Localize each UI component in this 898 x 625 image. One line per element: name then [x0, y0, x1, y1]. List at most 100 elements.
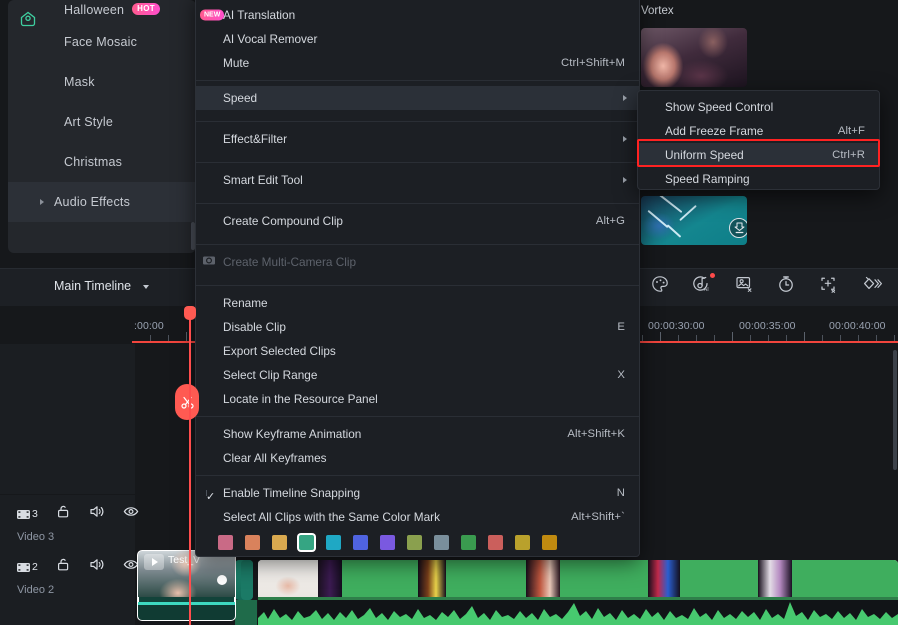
color-mark-swatches [196, 529, 639, 558]
clip-small-audio [235, 600, 257, 625]
menu-item-select-clip-range[interactable]: Select Clip Range X [196, 363, 639, 387]
color-swatch[interactable] [407, 535, 422, 550]
color-swatch[interactable] [515, 535, 530, 550]
sidebar-item-label: Face Mosaic [64, 35, 138, 49]
mute-icon[interactable] [89, 504, 105, 524]
menu-item-clear-all-keyframes[interactable]: Clear All Keyframes [196, 446, 639, 470]
clip-small-2[interactable] [241, 560, 253, 600]
clip-thumbnail-strip[interactable] [258, 560, 898, 600]
menu-item-label: Select Clip Range [223, 368, 318, 382]
menu-item-disable-clip[interactable]: Disable Clip E [196, 315, 639, 339]
sidebar-item-art-style[interactable]: Art Style [8, 102, 196, 142]
play-icon[interactable] [144, 554, 164, 570]
menu-item-create-compound-clip[interactable]: Create Compound Clip Alt+G [196, 209, 639, 233]
menu-item-ai-vocal-remover[interactable]: AI Vocal Remover [196, 27, 639, 51]
menu-separator [196, 475, 639, 476]
color-swatch[interactable] [488, 535, 503, 550]
menu-item-select-all-clips-same-color-mark[interactable]: Select All Clips with the Same Color Mar… [196, 505, 639, 529]
split-marker-icon[interactable] [175, 384, 199, 420]
editor-window: Halloween HOT Face Mosaic Mask Art Style… [0, 0, 898, 625]
audio-waveform[interactable] [258, 600, 898, 625]
color-swatch[interactable] [218, 535, 233, 550]
sidebar-item-audio-effects[interactable]: Audio Effects [8, 182, 196, 222]
submenu-item-show-speed-control[interactable]: Show Speed Control [638, 95, 879, 119]
clip-keyframe-dot[interactable] [217, 575, 227, 585]
menu-item-create-multi-camera-clip: Create Multi-Camera Clip [196, 250, 639, 274]
track-label: Video 3 [17, 531, 55, 543]
menu-separator [196, 285, 639, 286]
sidebar-item-mask[interactable]: Mask [8, 62, 196, 102]
track-number: 3 [32, 508, 38, 520]
color-palette-icon[interactable] [650, 274, 672, 296]
resource-thumbnail-secondary[interactable] [641, 196, 747, 245]
menu-item-smart-edit-tool[interactable]: Smart Edit Tool [196, 168, 639, 192]
timeline-right-toolbar: AI [650, 273, 882, 296]
menu-item-locate-in-resource-panel[interactable]: Locate in the Resource Panel [196, 387, 639, 411]
playhead[interactable] [189, 308, 191, 625]
speed-icon[interactable] [860, 274, 882, 296]
chevron-right-icon [40, 199, 44, 205]
track-label: Video 2 [17, 584, 55, 596]
menu-item-export-selected-clips[interactable]: Export Selected Clips [196, 339, 639, 363]
ruler-tick-label: 00:00:30:00 [648, 320, 705, 332]
download-icon[interactable] [729, 218, 747, 238]
sidebar-item-label: Christmas [64, 155, 123, 169]
eye-icon[interactable] [123, 557, 139, 577]
color-swatch[interactable] [272, 535, 287, 550]
color-swatch[interactable] [353, 535, 368, 550]
menu-item-label: Export Selected Clips [223, 344, 336, 358]
new-badge: NEW [200, 9, 225, 21]
timeline-vertical-scrollbar[interactable] [893, 350, 897, 470]
sidebar-item-label: Art Style [64, 115, 114, 129]
checkmark-icon: ✓ [206, 490, 216, 503]
video-track-icon[interactable]: 2 [16, 560, 38, 575]
lock-icon[interactable] [56, 504, 71, 524]
menu-item-shortcut: E [617, 321, 625, 333]
lock-icon[interactable] [56, 557, 71, 577]
multicam-icon [202, 254, 216, 271]
color-swatch[interactable] [245, 535, 260, 550]
track-header-video2[interactable]: 2 Video 2 [0, 548, 139, 625]
video-track-icon[interactable]: 3 [16, 507, 38, 522]
menu-item-label: Mute [223, 56, 250, 70]
color-swatch[interactable] [461, 535, 476, 550]
submenu-item-speed-ramping[interactable]: Speed Ramping [638, 167, 879, 191]
menu-item-enable-timeline-snapping[interactable]: ✓ Enable Timeline Snapping N [196, 481, 639, 505]
chevron-down-icon[interactable] [143, 285, 149, 289]
clip-context-menu: NEW AI Translation AI Vocal Remover Mute… [195, 0, 640, 557]
ai-audio-icon[interactable]: AI [692, 273, 715, 296]
mute-icon[interactable] [89, 557, 105, 577]
color-swatch[interactable] [326, 535, 341, 550]
menu-item-rename[interactable]: Rename [196, 291, 639, 315]
sidebar-item-christmas[interactable]: Christmas [8, 142, 196, 182]
ruler-tick-label: :00:00 [134, 320, 164, 332]
crop-icon[interactable] [818, 274, 840, 296]
home-icon[interactable] [18, 9, 38, 29]
color-swatch[interactable] [380, 535, 395, 550]
menu-item-label: Effect&Filter [223, 132, 288, 146]
menu-item-label: Locate in the Resource Panel [223, 392, 378, 406]
color-swatch-selected[interactable] [299, 535, 314, 550]
submenu-item-add-freeze-frame[interactable]: Add Freeze Frame Alt+F [638, 119, 879, 143]
submenu-item-uniform-speed[interactable]: Uniform Speed Ctrl+R [638, 143, 879, 167]
chevron-right-icon [623, 177, 627, 183]
menu-item-shortcut: Alt+G [595, 215, 625, 227]
menu-item-ai-translation[interactable]: NEW AI Translation [196, 3, 639, 27]
menu-item-shortcut: N [616, 487, 625, 499]
playhead-handle[interactable] [184, 306, 196, 320]
resource-thumbnail-vortex[interactable] [641, 28, 747, 87]
menu-item-effect-filter[interactable]: Effect&Filter [196, 127, 639, 151]
menu-item-label: Create Compound Clip [223, 214, 343, 228]
stopwatch-icon[interactable] [776, 274, 798, 296]
clip-test-v[interactable]: Test_V [137, 550, 236, 621]
timeline-title[interactable]: Main Timeline [54, 279, 131, 293]
speed-submenu: Show Speed Control Add Freeze Frame Alt+… [637, 90, 880, 190]
clip-audio-body [138, 605, 235, 620]
menu-item-mute[interactable]: Mute Ctrl+Shift+M [196, 51, 639, 75]
color-swatch[interactable] [434, 535, 449, 550]
eye-icon[interactable] [123, 504, 139, 524]
menu-item-show-keyframe-animation[interactable]: Show Keyframe Animation Alt+Shift+K [196, 422, 639, 446]
text-frame-icon[interactable] [734, 274, 756, 296]
color-swatch[interactable] [542, 535, 557, 550]
menu-item-speed[interactable]: Speed [196, 86, 639, 110]
